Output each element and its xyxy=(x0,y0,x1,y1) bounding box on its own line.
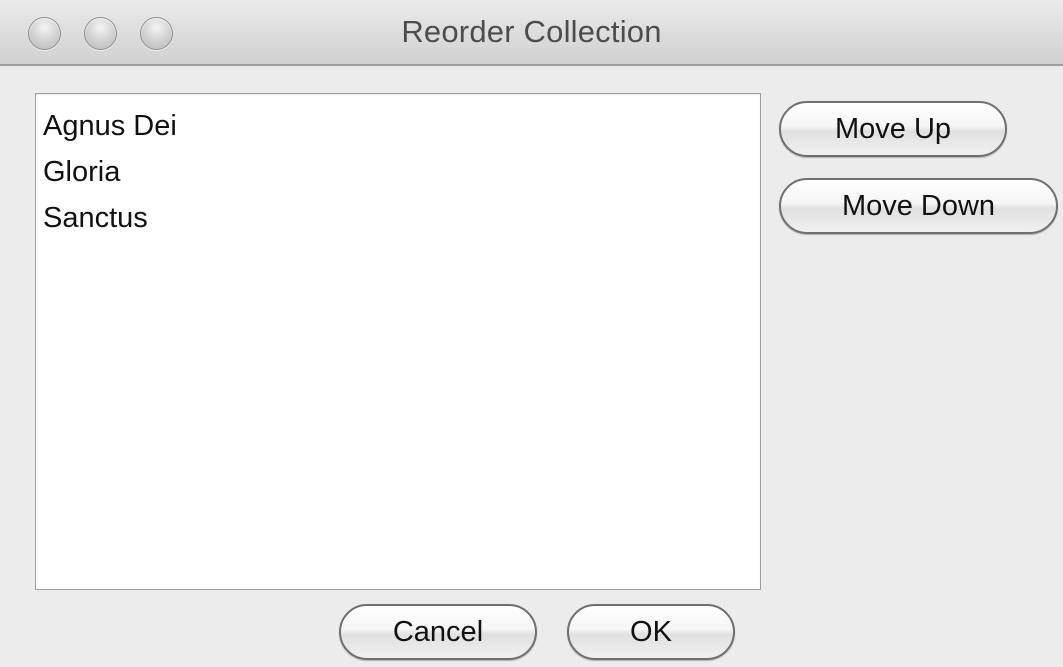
title-bar[interactable]: Reorder Collection xyxy=(0,0,1063,66)
list-item[interactable]: Sanctus xyxy=(43,200,148,236)
move-down-button[interactable]: Move Down xyxy=(779,178,1058,234)
collection-list[interactable]: Agnus Dei Gloria Sanctus xyxy=(35,93,761,590)
reorder-collection-dialog: Reorder Collection Agnus Dei Gloria Sanc… xyxy=(0,0,1063,667)
list-item[interactable]: Gloria xyxy=(43,154,120,190)
list-item[interactable]: Agnus Dei xyxy=(43,108,177,144)
window-title: Reorder Collection xyxy=(401,14,662,49)
move-up-button[interactable]: Move Up xyxy=(779,101,1007,157)
ok-button[interactable]: OK xyxy=(567,604,735,660)
cancel-button[interactable]: Cancel xyxy=(339,604,537,660)
